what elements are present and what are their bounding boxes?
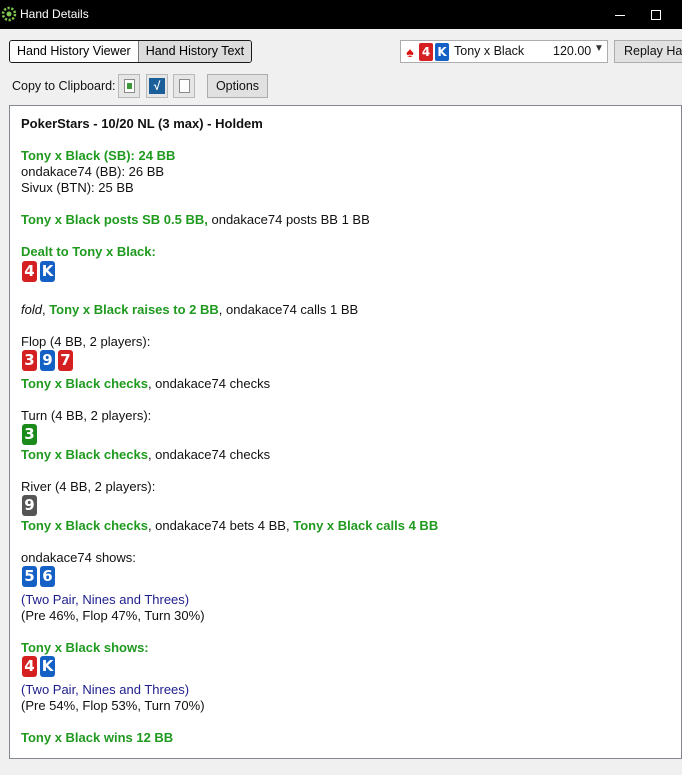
preflop-line: fold, Tony x Black raises to 2 BB, ondak… [21,302,358,318]
playing-card: 9 [22,495,37,516]
fold-action: fold [21,302,42,317]
hero-check-action: Tony x Black checks [21,376,148,391]
hero-equity: (Pre 54%, Flop 53%, Turn 70%) [21,698,205,713]
tab-hand-history-viewer[interactable]: Hand History Viewer [10,41,138,62]
flop-cards: 3 9 7 [22,350,73,371]
selected-amount: 120.00 [553,44,592,58]
villain-shows-label: ondakace74 shows: [21,550,136,565]
turn-label: Turn (4 BB, 2 players): [21,408,152,423]
hero-shows-text: Tony x Black shows: [21,640,149,655]
villain-call-action: , ondakace74 calls 1 BB [218,302,359,317]
playing-card: 9 [40,350,55,371]
playing-card: 5 [22,566,37,587]
hero-check-action: Tony x Black checks [21,518,148,533]
villain-check-action: , ondakace74 checks [147,447,271,462]
playing-card: K [40,261,55,282]
villain-equity: (Pre 46%, Flop 47%, Turn 30%) [21,608,205,623]
hole-card: 4 [419,43,433,61]
maximize-button[interactable] [638,2,674,26]
turn-actions: Tony x Black checks, ondakace74 checks [21,447,270,463]
selected-hole-cards: ♠ 4 K [403,43,449,61]
hero-call-action: Tony x Black calls 4 BB [293,518,439,533]
copy-to-clipboard-label: Copy to Clipboard: [12,79,116,93]
view-tabs: Hand History Viewer Hand History Text [9,40,253,63]
flop-label: Flop (4 BB, 2 players): [21,334,151,349]
status-strip [0,759,682,775]
formatted-document-icon [123,79,135,93]
title-bar: Hand Details [0,0,682,29]
blinds-line: Tony x Black posts SB 0.5 BB, ondakace74… [21,212,370,228]
text-document-icon [178,79,190,93]
playing-card: K [40,656,55,677]
river-cards: 9 [22,495,37,516]
pokertracker-icon: √ [149,78,165,94]
hero-check-action: Tony x Black checks [21,447,148,462]
options-button[interactable]: Options [207,74,268,98]
selected-player-name: Tony x Black [454,44,525,58]
seat-bb: ondakace74 (BB): 26 BB [21,164,165,179]
dealt-label: Dealt to Tony x Black: [21,244,156,259]
turn-cards: 3 [22,424,37,445]
replay-hand-button[interactable]: Replay Hand [614,40,682,63]
window-title: Hand Details [20,7,89,21]
maximize-icon [651,10,661,21]
hero-hand-rank: (Two Pair, Nines and Threes) [21,682,190,697]
hero-shows-label: Tony x Black shows: [21,640,149,656]
villain-blind-action: ondakace74 posts BB 1 BB [207,212,370,227]
copy-pokertracker-button[interactable]: √ [146,74,168,98]
flop-actions: Tony x Black checks, ondakace74 checks [21,376,270,392]
hero-blind-action: Tony x Black posts SB 0.5 BB, [21,212,208,227]
playing-card: 4 [22,261,37,282]
spade-suit-icon: ♠ [406,44,414,60]
hole-card: K [435,43,449,61]
playing-card: 4 [22,656,37,677]
player-hand-select[interactable]: ♠ 4 K Tony x Black 120.00 ▼ [400,40,608,63]
minimize-button[interactable] [602,2,638,26]
villain-hand-rank: (Two Pair, Nines and Threes) [21,592,190,607]
app-logo-icon [1,6,17,22]
river-actions: Tony x Black checks, ondakace74 bets 4 B… [21,518,438,534]
chevron-down-icon[interactable]: ▼ [594,43,604,54]
copy-plain-text-button[interactable] [173,74,195,98]
hand-result: Tony x Black wins 12 BB [21,730,174,745]
hand-header: PokerStars - 10/20 NL (3 max) - Holdem [21,116,263,131]
hero-raise-action: Tony x Black raises to 2 BB [49,302,219,317]
copy-formatted-button[interactable] [118,74,140,98]
seat-btn: Sivux (BTN): 25 BB [21,180,134,195]
river-label: River (4 BB, 2 players): [21,479,156,494]
villain-check-action: , ondakace74 checks [147,376,271,391]
villain-shown-cards: 5 6 [22,566,55,587]
playing-card: 7 [58,350,73,371]
playing-card: 3 [22,424,37,445]
minimize-icon [615,14,625,16]
playing-card: 6 [40,566,55,587]
seat-hero: Tony x Black (SB): 24 BB [21,148,176,163]
tab-hand-history-text[interactable]: Hand History Text [137,41,252,62]
hero-shown-cards: 4 K [22,656,55,677]
villain-bet-action: , ondakace74 bets 4 BB, [147,518,294,533]
dealt-cards: 4 K [22,261,55,282]
playing-card: 3 [22,350,37,371]
hand-history-text-pane[interactable]: PokerStars - 10/20 NL (3 max) - Holdem T… [9,105,682,759]
